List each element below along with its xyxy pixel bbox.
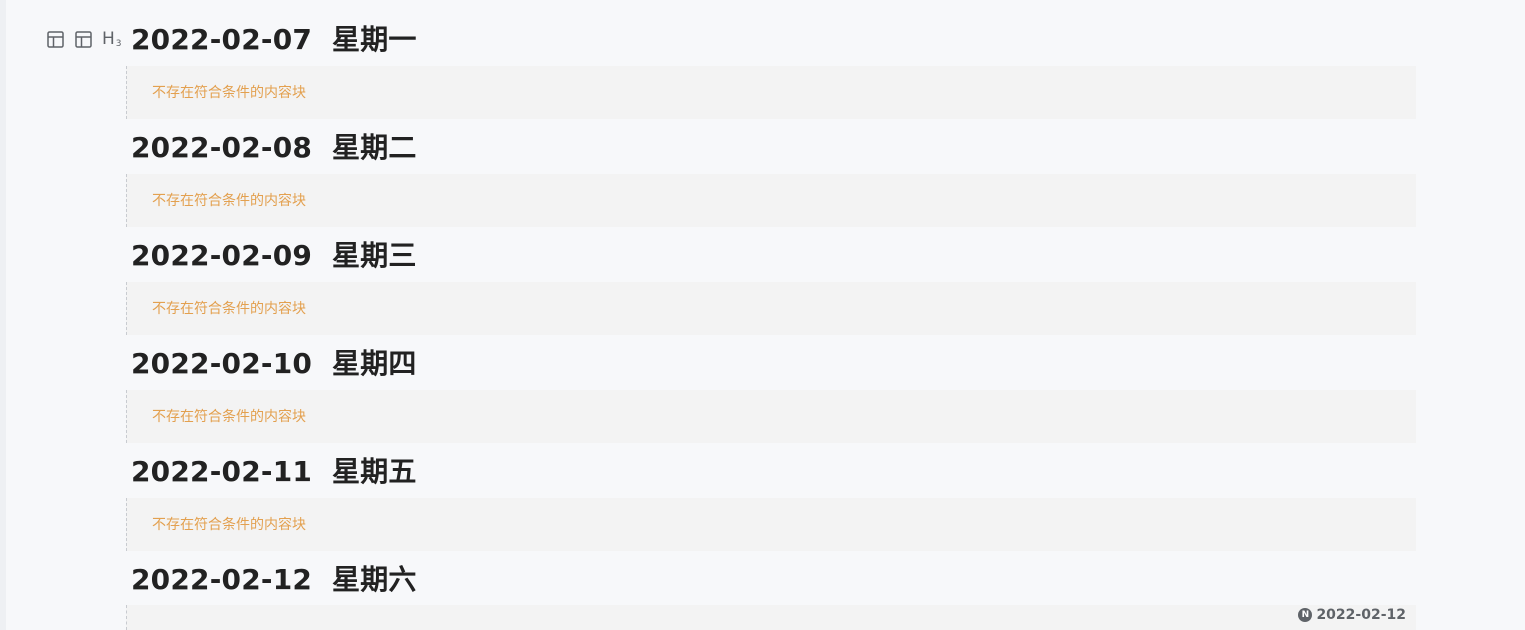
day-heading[interactable]: 2022-02-12 星期六 — [131, 560, 417, 600]
embed-empty-message: 不存在符合条件的内容块 — [152, 517, 306, 533]
embed-query-block[interactable]: 不存在符合条件的内容块 — [126, 498, 1416, 551]
layout-icon[interactable] — [74, 30, 93, 49]
embed-query-block[interactable]: N 2022-02-12 — [126, 605, 1416, 630]
embed-query-block[interactable]: 不存在符合条件的内容块 — [126, 390, 1416, 443]
embed-query-block[interactable]: 不存在符合条件的内容块 — [126, 282, 1416, 335]
day-heading[interactable]: 2022-02-10 星期四 — [131, 344, 417, 384]
daily-note-icon: N — [1298, 608, 1313, 622]
heading-label: H — [102, 28, 115, 49]
embed-query-block[interactable]: 不存在符合条件的内容块 — [126, 66, 1416, 119]
embed-query-block[interactable]: 不存在符合条件的内容块 — [126, 174, 1416, 227]
embed-empty-message: 不存在符合条件的内容块 — [152, 409, 306, 425]
layout-icon[interactable] — [46, 30, 65, 49]
left-edge-strip — [0, 0, 6, 630]
heading-level: 3 — [115, 38, 122, 49]
day-heading[interactable]: 2022-02-07 星期一 — [131, 20, 417, 60]
day-heading[interactable]: 2022-02-09 星期三 — [131, 236, 417, 276]
heading-3-icon[interactable]: H3 — [102, 28, 122, 49]
date-badge-text: 2022-02-12 — [1316, 607, 1406, 623]
embed-empty-message: 不存在符合条件的内容块 — [152, 301, 306, 317]
date-badge: N 2022-02-12 — [1298, 605, 1406, 625]
day-heading[interactable]: 2022-02-08 星期二 — [131, 128, 417, 168]
day-heading[interactable]: 2022-02-11 星期五 — [131, 452, 417, 492]
embed-empty-message: 不存在符合条件的内容块 — [152, 193, 306, 209]
embed-empty-message: 不存在符合条件的内容块 — [152, 85, 306, 101]
block-gutter: H3 — [46, 28, 122, 50]
